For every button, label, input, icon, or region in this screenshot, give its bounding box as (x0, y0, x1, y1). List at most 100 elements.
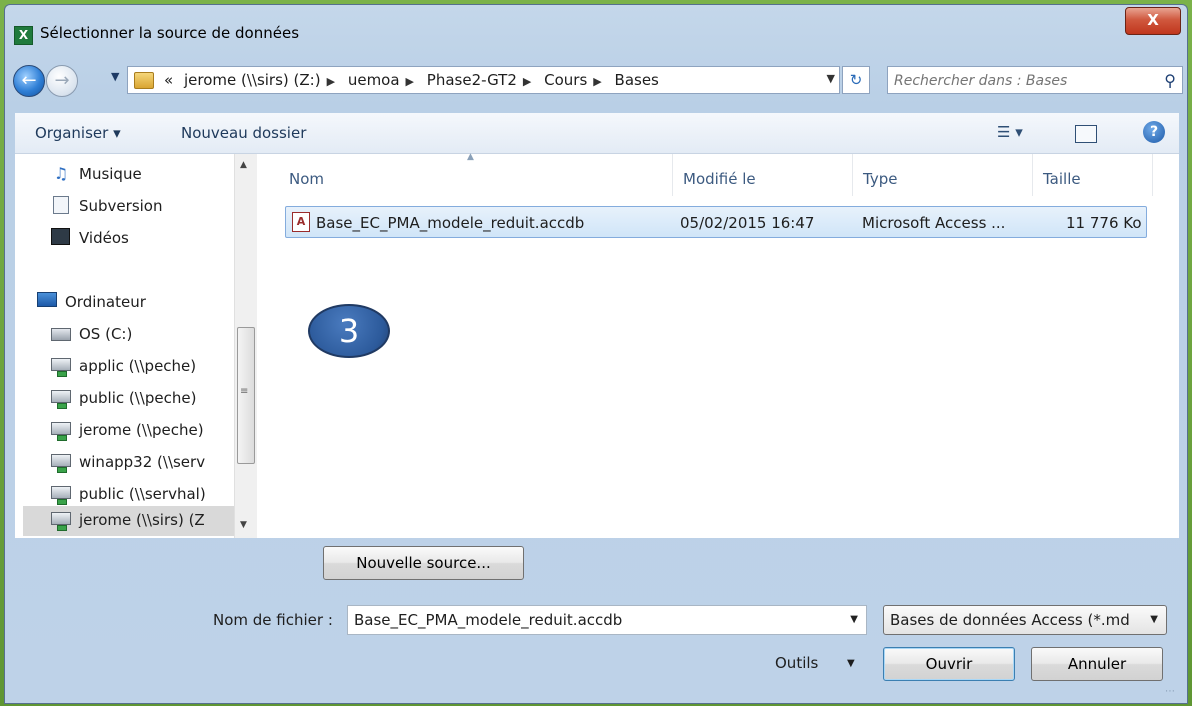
resize-grip-icon[interactable]: ⋯ (1165, 686, 1175, 697)
recent-pages-dropdown-icon[interactable]: ▼ (111, 70, 119, 83)
nav-item-os-drive[interactable]: OS (C:) (51, 320, 231, 350)
column-header-size[interactable]: Taille (1033, 154, 1153, 196)
title-bar[interactable]: X Sélectionner la source de données X (5, 5, 1187, 59)
column-header-type[interactable]: Type (853, 154, 1033, 196)
filter-dropdown-icon[interactable]: ▼ (1150, 606, 1158, 634)
file-list: Nom ▲ Modifié le Type Taille A Base_EC_P… (261, 152, 1179, 538)
dialog-title: Sélectionner la source de données (40, 24, 300, 42)
column-header-modified[interactable]: Modifié le (673, 154, 853, 196)
network-drive-icon (51, 390, 71, 409)
address-row: ← → ▼ « jerome (\\sirs) (Z:) ▶ uemoa ▶ Pha… (5, 61, 1187, 101)
breadcrumb: « jerome (\\sirs) (Z:) ▶ uemoa ▶ Phase2-GT… (164, 71, 665, 89)
file-type-filter-value: Bases de données Access (*.md (890, 611, 1130, 629)
back-arrow-icon[interactable]: ← (13, 65, 45, 97)
scroll-up-icon[interactable]: ▲ (240, 160, 247, 170)
column-header-name[interactable]: Nom ▲ (279, 152, 673, 196)
nav-item-label: jerome (\\sirs) (Z (79, 511, 205, 529)
filename-label: Nom de fichier : (213, 611, 333, 629)
cancel-button[interactable]: Annuler (1031, 647, 1163, 681)
video-icon (51, 228, 70, 245)
search-input[interactable] (892, 69, 1151, 93)
help-icon[interactable]: ? (1143, 121, 1165, 143)
filename-dropdown-icon[interactable]: ▼ (850, 606, 858, 634)
nav-item-label: jerome (\\peche) (79, 421, 204, 439)
nav-item-label: OS (C:) (79, 325, 133, 343)
network-drive-icon (51, 422, 71, 441)
breadcrumb-separator-icon[interactable]: ▶ (593, 75, 601, 88)
tools-button[interactable]: Outils (775, 654, 818, 672)
command-bar: Organiser ▾ Nouveau dossier ☰ ▾ ? (15, 113, 1179, 154)
nav-item-label: public (\\peche) (79, 389, 197, 407)
address-bar[interactable]: « jerome (\\sirs) (Z:) ▶ uemoa ▶ Phase2-GT… (127, 66, 840, 94)
refresh-icon[interactable]: ↻ (842, 66, 870, 94)
file-row-selected[interactable]: A Base_EC_PMA_modele_reduit.accdb 05/02/… (285, 206, 1147, 238)
search-icon[interactable]: ⚲ (1164, 71, 1176, 90)
network-drive-icon (51, 358, 71, 377)
file-size: 11 776 Ko (1066, 214, 1142, 232)
preview-pane-icon[interactable] (1075, 125, 1097, 143)
nav-item-label: Vidéos (79, 229, 129, 247)
breadcrumb-overflow[interactable]: « (164, 71, 173, 89)
breadcrumb-item-drive[interactable]: jerome (\\sirs) (Z:) (184, 71, 321, 89)
nav-item-applic-peche[interactable]: applic (\\peche) (51, 352, 231, 382)
nav-item-public-peche[interactable]: public (\\peche) (51, 384, 231, 414)
open-file-dialog: X Sélectionner la source de données X ← … (4, 4, 1188, 704)
scroll-down-icon[interactable]: ▼ (240, 520, 247, 530)
view-options-icon[interactable]: ☰ ▾ (997, 123, 1023, 141)
drive-icon (51, 328, 71, 341)
breadcrumb-item-bases[interactable]: Bases (615, 71, 659, 89)
navigation-pane: ♫ Musique Subversion Vidéos Ordinateur O… (15, 154, 257, 538)
open-button[interactable]: Ouvrir (883, 647, 1015, 681)
computer-icon (37, 292, 57, 307)
file-name: Base_EC_PMA_modele_reduit.accdb (316, 214, 585, 232)
breadcrumb-item-uemoa[interactable]: uemoa (348, 71, 400, 89)
new-folder-button[interactable]: Nouveau dossier (181, 124, 306, 142)
nav-item-label: applic (\\peche) (79, 357, 197, 375)
nav-item-computer[interactable]: Ordinateur (37, 288, 231, 318)
column-header-label: Modifié le (683, 170, 756, 188)
breadcrumb-separator-icon[interactable]: ▶ (523, 75, 531, 88)
nav-item-music[interactable]: ♫ Musique (51, 160, 231, 190)
nav-item-label: Subversion (79, 197, 163, 215)
new-source-button[interactable]: Nouvelle source... (323, 546, 524, 580)
network-drive-icon (51, 486, 71, 505)
nav-item-label: public (\\servhal) (79, 485, 206, 503)
nav-item-jerome-peche[interactable]: jerome (\\peche) (51, 416, 231, 446)
access-file-icon: A (292, 212, 310, 232)
folder-icon (134, 72, 154, 89)
nav-item-label: Ordinateur (65, 293, 146, 311)
browser-area: ♫ Musique Subversion Vidéos Ordinateur O… (15, 152, 1179, 538)
document-icon (53, 196, 69, 214)
filename-field[interactable]: Base_EC_PMA_modele_reduit.accdb ▼ (347, 605, 867, 635)
excel-app-icon: X (14, 26, 33, 45)
filename-value: Base_EC_PMA_modele_reduit.accdb (354, 611, 623, 629)
nav-item-label: winapp32 (\\serv (79, 453, 206, 471)
close-button[interactable]: X (1125, 7, 1181, 35)
search-box[interactable]: ⚲ (887, 66, 1183, 94)
address-dropdown-icon[interactable]: ▼ (827, 72, 835, 85)
file-type-filter[interactable]: Bases de données Access (*.md ▼ (883, 605, 1167, 635)
column-header-label: Type (863, 170, 898, 188)
nav-item-subversion[interactable]: Subversion (51, 192, 231, 222)
nav-scrollbar[interactable]: ▲ ≡ ▼ (234, 154, 257, 538)
breadcrumb-separator-icon[interactable]: ▶ (327, 75, 335, 88)
sort-ascending-icon: ▲ (467, 152, 474, 162)
breadcrumb-item-phase2[interactable]: Phase2-GT2 (427, 71, 517, 89)
nav-item-videos[interactable]: Vidéos (51, 224, 231, 254)
nav-item-jerome-sirs[interactable]: jerome (\\sirs) (Z (23, 506, 234, 536)
column-header-label: Nom (289, 170, 325, 188)
music-icon: ♫ (53, 164, 69, 183)
scrollbar-grip-icon: ≡ (240, 386, 249, 397)
breadcrumb-separator-icon[interactable]: ▶ (406, 75, 414, 88)
column-header-label: Taille (1043, 170, 1081, 188)
file-modified: 05/02/2015 16:47 (680, 214, 815, 232)
nav-item-label: Musique (79, 165, 142, 183)
breadcrumb-item-cours[interactable]: Cours (544, 71, 587, 89)
step-number-badge: 3 (308, 304, 390, 358)
network-drive-icon (51, 454, 71, 473)
forward-arrow-icon[interactable]: → (46, 65, 78, 97)
organize-button[interactable]: Organiser ▾ (35, 124, 121, 142)
tools-dropdown-icon[interactable]: ▼ (847, 658, 855, 669)
file-type: Microsoft Access ... (862, 214, 1006, 232)
nav-item-winapp32[interactable]: winapp32 (\\serv (51, 448, 231, 478)
